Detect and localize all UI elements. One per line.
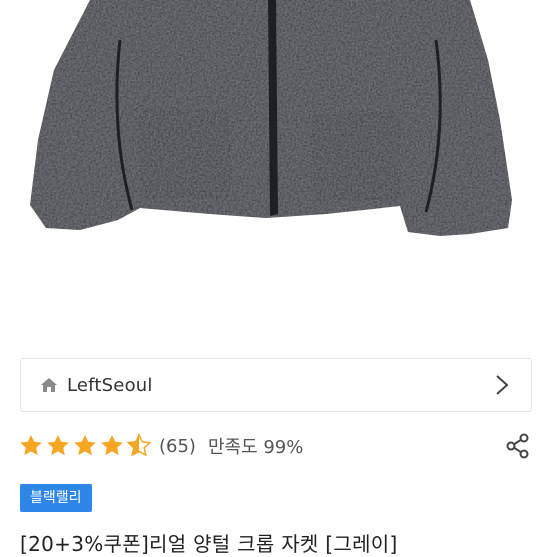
promo-badge: 블랙랠리 <box>20 484 92 512</box>
product-title: [20+3%쿠폰]리얼 양털 크롭 자켓 [그레이] <box>20 532 398 556</box>
star-rating <box>18 433 153 459</box>
star-icon-full <box>20 434 42 456</box>
star-icon-full <box>47 434 69 456</box>
home-icon <box>39 375 59 395</box>
store-link[interactable]: LeftSeoul <box>20 358 532 412</box>
share-icon[interactable] <box>504 432 532 460</box>
satisfaction-rate: 만족도 99% <box>207 437 304 458</box>
product-image <box>0 0 554 345</box>
chevron-right-icon[interactable] <box>495 374 509 396</box>
store-name: LeftSeoul <box>67 374 153 396</box>
star-icon-full <box>101 434 123 456</box>
fleece-jacket-image <box>30 0 512 236</box>
review-count[interactable]: (65) <box>159 436 196 457</box>
rating-row: (65) 만족도 99% <box>18 430 538 462</box>
star-icon-half <box>126 433 152 457</box>
star-icon-full <box>74 434 96 456</box>
